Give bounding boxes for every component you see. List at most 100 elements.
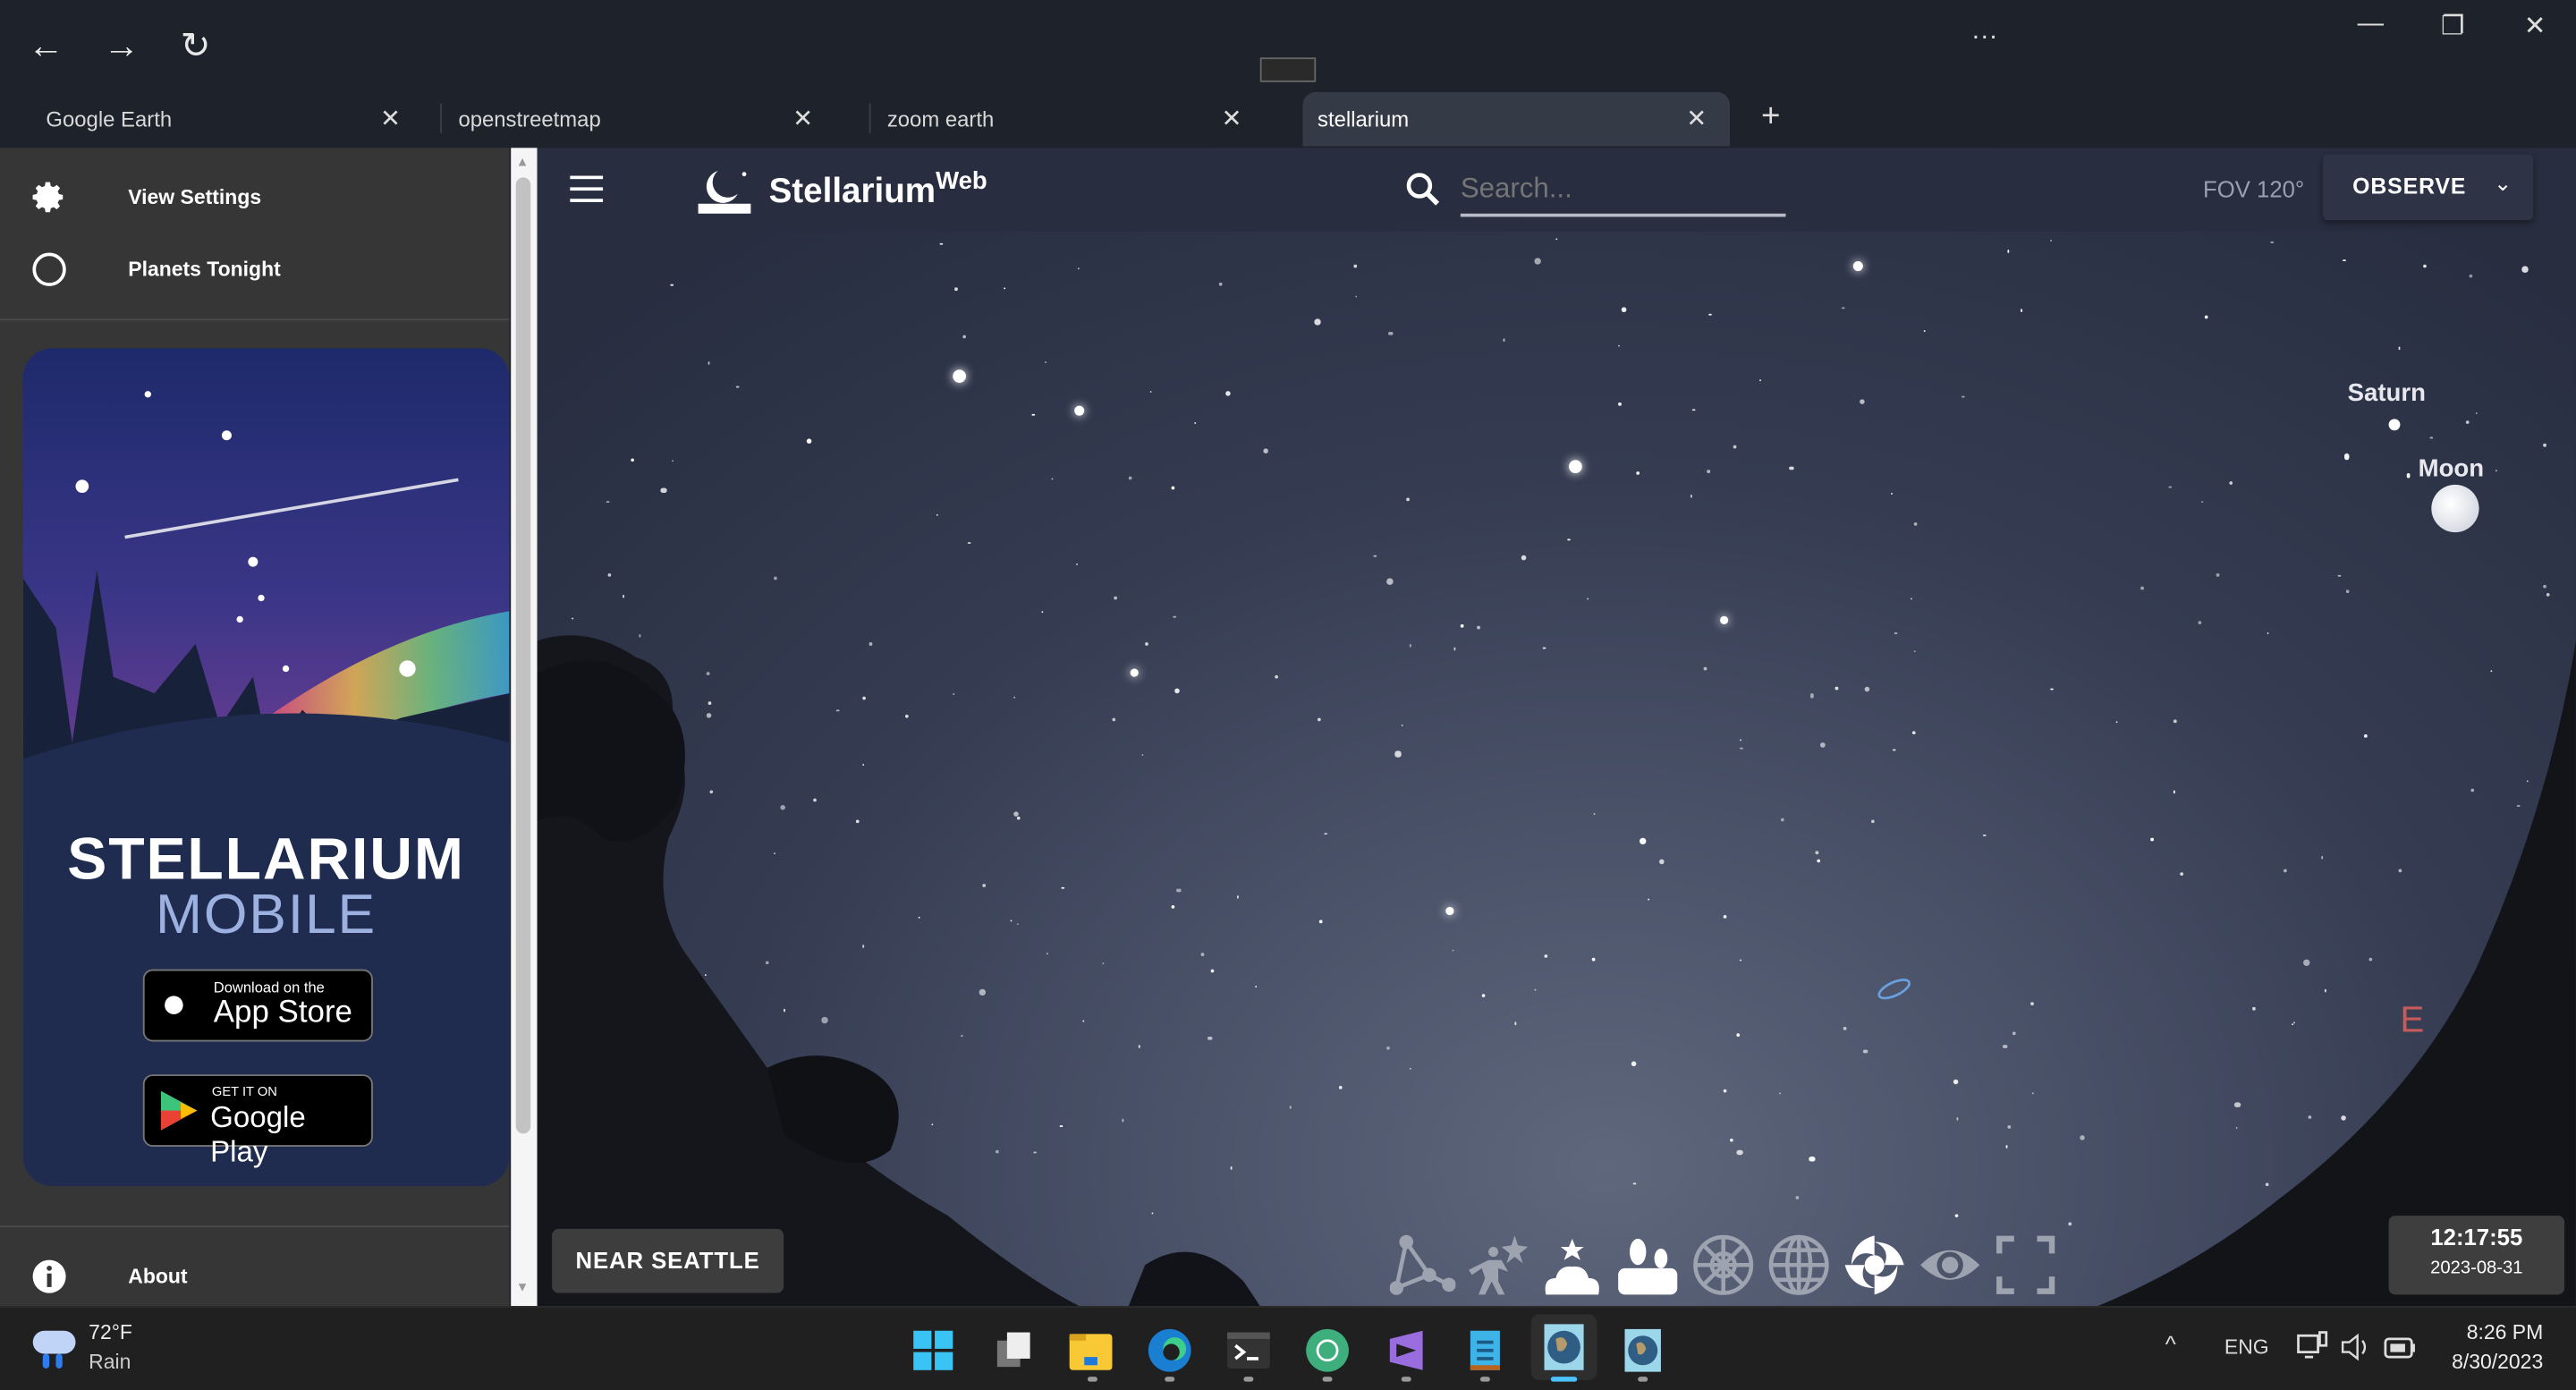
close-window-button[interactable]: ✕	[2510, 10, 2559, 43]
stellarium-logo-icon	[695, 165, 754, 217]
sidebar-item-about[interactable]: About	[0, 1241, 509, 1313]
language-indicator[interactable]: ENG	[2224, 1335, 2269, 1359]
sidebar: View Settings Planets Tonight STELLARIUM…	[0, 148, 509, 1306]
reload-button[interactable]: ↻	[173, 23, 218, 69]
app-store-badge[interactable]: ● Download on the App Store	[143, 970, 373, 1042]
night-mode-eye-icon[interactable]	[1917, 1233, 1982, 1298]
promo-subtitle: MOBILE	[23, 884, 510, 948]
notepad-icon[interactable]	[1455, 1321, 1514, 1380]
clock-time[interactable]: 8:26 PM	[2428, 1321, 2544, 1344]
running-indicator	[1323, 1377, 1333, 1382]
file-explorer-icon[interactable]	[1062, 1321, 1121, 1380]
tab-label: zoom earth	[887, 106, 994, 131]
running-indicator	[1243, 1377, 1253, 1382]
time-text: 12:17:55	[2389, 1224, 2565, 1250]
fullscreen-icon[interactable]	[1993, 1233, 2058, 1298]
browser-chrome: ← → ↻ ··· — ❐ ✕ Google Earth✕ openstreet…	[0, 0, 2576, 148]
badge-small-text: Download on the	[214, 979, 325, 996]
saturn-label[interactable]: Saturn	[2348, 379, 2426, 407]
weather-condition[interactable]: Rain	[89, 1351, 131, 1374]
azimuthal-grid-icon[interactable]	[1690, 1233, 1756, 1298]
more-button[interactable]: ···	[1971, 23, 1997, 53]
network-icon[interactable]	[2297, 1331, 2330, 1364]
tab-close-icon[interactable]: ✕	[380, 92, 401, 148]
tab-google-earth[interactable]: Google Earth✕	[0, 92, 424, 147]
sidebar-scrollbar[interactable]: ▲ ▼	[511, 148, 537, 1306]
location-button[interactable]: NEAR SEATTLE	[552, 1229, 784, 1293]
weather-temp[interactable]: 72°F	[89, 1321, 132, 1344]
weather-rain-icon[interactable]	[30, 1324, 79, 1373]
tab-openstreetmap[interactable]: openstreetmap ✕	[412, 92, 836, 147]
back-button[interactable]: ←	[23, 23, 69, 69]
active-app-indicator	[1551, 1377, 1577, 1382]
sidebar-item-label: View Settings	[128, 161, 261, 233]
start-button[interactable]	[903, 1321, 962, 1380]
chevron-down-icon: ⌄	[2494, 171, 2512, 197]
tab-strip-handle[interactable]	[1260, 57, 1316, 82]
tab-close-icon[interactable]: ✕	[1221, 92, 1241, 148]
google-play-badge[interactable]: GET IT ON Google Play	[143, 1074, 373, 1147]
new-tab-button[interactable]: +	[1761, 98, 1780, 136]
volume-icon[interactable]	[2339, 1331, 2372, 1364]
promo-illustration	[23, 348, 510, 1186]
brand-text: Stellarium	[769, 173, 936, 210]
brand-sup: Web	[936, 167, 987, 195]
east-cardinal-label: E	[2400, 999, 2424, 1042]
atmosphere-icon[interactable]	[1539, 1233, 1605, 1298]
sidebar-item-label: About	[128, 1241, 187, 1313]
info-icon	[31, 1259, 67, 1294]
tab-label: openstreetmap	[458, 106, 600, 131]
sky-view[interactable]: Saturn Moon E StellariumWeb FOV 120° OBS…	[538, 148, 2576, 1306]
tab-close-icon[interactable]: ✕	[792, 92, 813, 148]
running-indicator	[1088, 1377, 1097, 1382]
tray-overflow-chevron[interactable]: ^	[2165, 1331, 2176, 1357]
search-input[interactable]	[1461, 165, 1786, 217]
tab-close-icon[interactable]: ✕	[1686, 92, 1707, 148]
circle-icon	[31, 251, 67, 287]
restore-button[interactable]: ❐	[2428, 10, 2478, 43]
saturn-marker[interactable]	[2389, 419, 2401, 430]
time-date-display[interactable]: 12:17:55 2023-08-31	[2389, 1216, 2565, 1294]
stellarium-app-icon-2[interactable]	[1614, 1321, 1673, 1380]
search-icon[interactable]	[1404, 171, 1440, 207]
deep-sky-objects-icon[interactable]	[1842, 1233, 1907, 1298]
tab-label: stellarium	[1318, 106, 1409, 131]
tab-stellarium[interactable]: stellarium ✕	[1303, 92, 1731, 147]
moon-label[interactable]: Moon	[2419, 455, 2484, 483]
running-indicator	[1480, 1377, 1490, 1382]
forward-button[interactable]: →	[98, 23, 144, 69]
gear-icon	[31, 179, 67, 215]
divider	[0, 1225, 509, 1227]
running-indicator	[1165, 1377, 1174, 1382]
landscape-icon[interactable]	[1614, 1233, 1680, 1298]
stellarium-mobile-promo[interactable]: STELLARIUM MOBILE ● Download on the App …	[23, 348, 510, 1186]
scrollbar-thumb[interactable]	[516, 177, 531, 1133]
constellation-art-icon[interactable]	[1465, 1233, 1530, 1298]
visual-studio-icon[interactable]	[1377, 1321, 1436, 1380]
edge-browser-icon[interactable]	[1140, 1321, 1199, 1380]
minimize-button[interactable]: —	[2346, 10, 2395, 39]
date-text: 2023-08-31	[2389, 1259, 2565, 1278]
moon-marker[interactable]	[2431, 485, 2479, 532]
chatgpt-icon[interactable]	[1298, 1321, 1357, 1380]
observe-label: OBSERVE	[2352, 174, 2466, 199]
app-header: StellariumWeb FOV 120° OBSERVE ⌄	[538, 148, 2576, 232]
menu-button[interactable]	[570, 176, 603, 202]
equatorial-grid-icon[interactable]	[1766, 1233, 1831, 1298]
clock-date[interactable]: 8/30/2023	[2411, 1351, 2543, 1374]
divider	[0, 318, 509, 320]
scroll-down-arrow[interactable]: ▼	[516, 1280, 530, 1295]
sidebar-item-view-settings[interactable]: View Settings	[0, 161, 509, 233]
tab-zoom-earth[interactable]: zoom earth ✕	[841, 92, 1265, 147]
observe-button[interactable]: OBSERVE ⌄	[2323, 155, 2533, 220]
terminal-icon[interactable]	[1219, 1321, 1278, 1380]
task-view-icon[interactable]	[982, 1321, 1041, 1380]
constellation-lines-icon[interactable]	[1390, 1233, 1455, 1298]
play-icon	[157, 1089, 200, 1132]
sidebar-item-planets-tonight[interactable]: Planets Tonight	[0, 233, 509, 306]
badge-small-text: GET IT ON	[212, 1084, 277, 1099]
apple-icon: ●	[161, 978, 187, 1029]
scroll-up-arrow[interactable]: ▲	[516, 155, 530, 170]
brand-name: StellariumWeb	[769, 167, 987, 212]
stellarium-app-icon[interactable]	[1531, 1314, 1597, 1379]
